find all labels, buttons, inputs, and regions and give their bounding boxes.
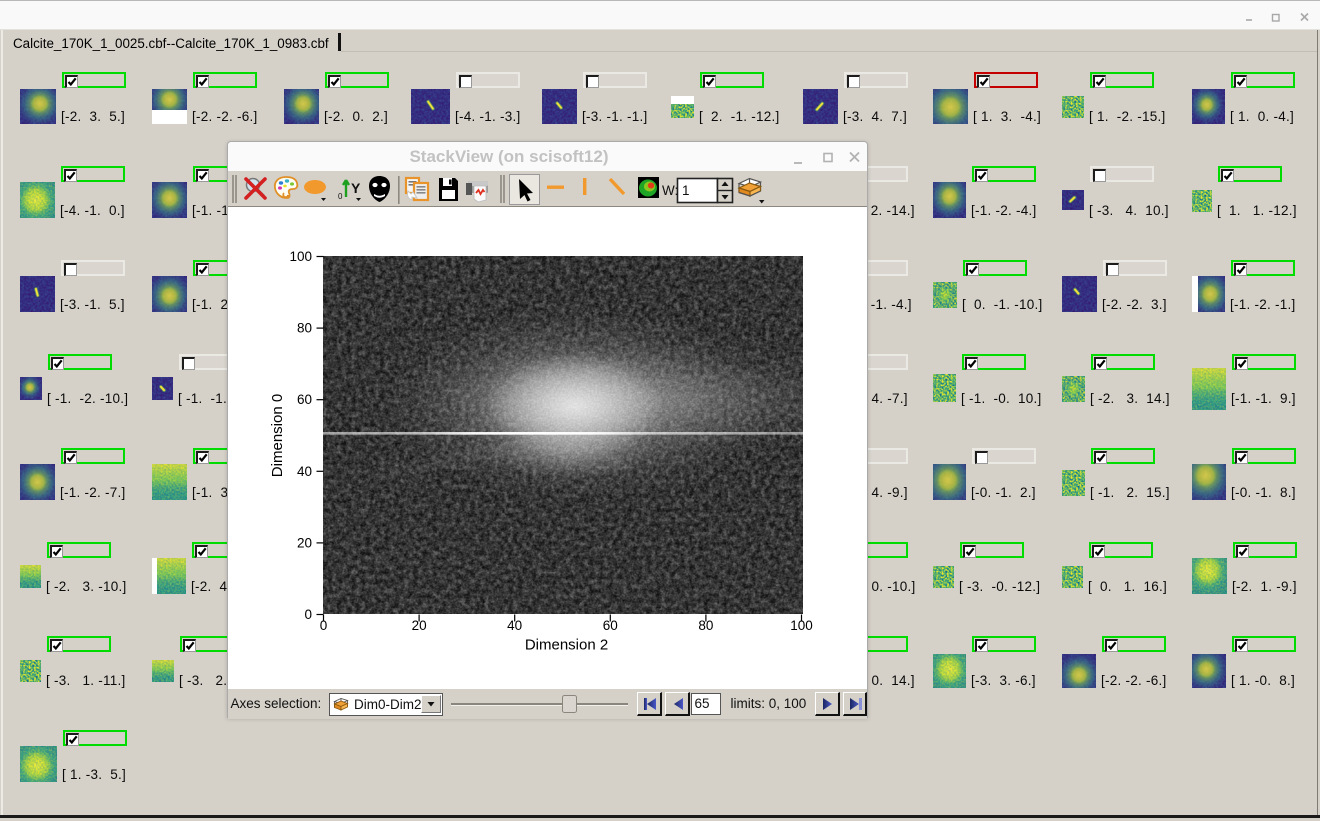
- svg-text:0: 0: [304, 607, 312, 622]
- svg-text:Dimension 2: Dimension 2: [524, 636, 607, 653]
- svg-text:100: 100: [289, 249, 312, 264]
- svg-text:Dimension 0: Dimension 0: [269, 393, 286, 476]
- svg-text:100: 100: [790, 618, 813, 633]
- svg-text:60: 60: [602, 618, 617, 633]
- svg-text:40: 40: [507, 618, 522, 633]
- svg-text:80: 80: [296, 320, 311, 335]
- svg-text:1: 1: [682, 183, 690, 198]
- svg-text:0: 0: [319, 618, 327, 633]
- svg-text:20: 20: [411, 618, 426, 633]
- svg-text:W:: W:: [662, 183, 678, 198]
- svg-text:0: 0: [338, 192, 343, 201]
- svg-text:40: 40: [296, 463, 311, 478]
- svg-text:20: 20: [296, 535, 311, 550]
- svg-text:80: 80: [698, 618, 713, 633]
- svg-text:60: 60: [296, 392, 311, 407]
- svg-text:Y: Y: [351, 180, 361, 196]
